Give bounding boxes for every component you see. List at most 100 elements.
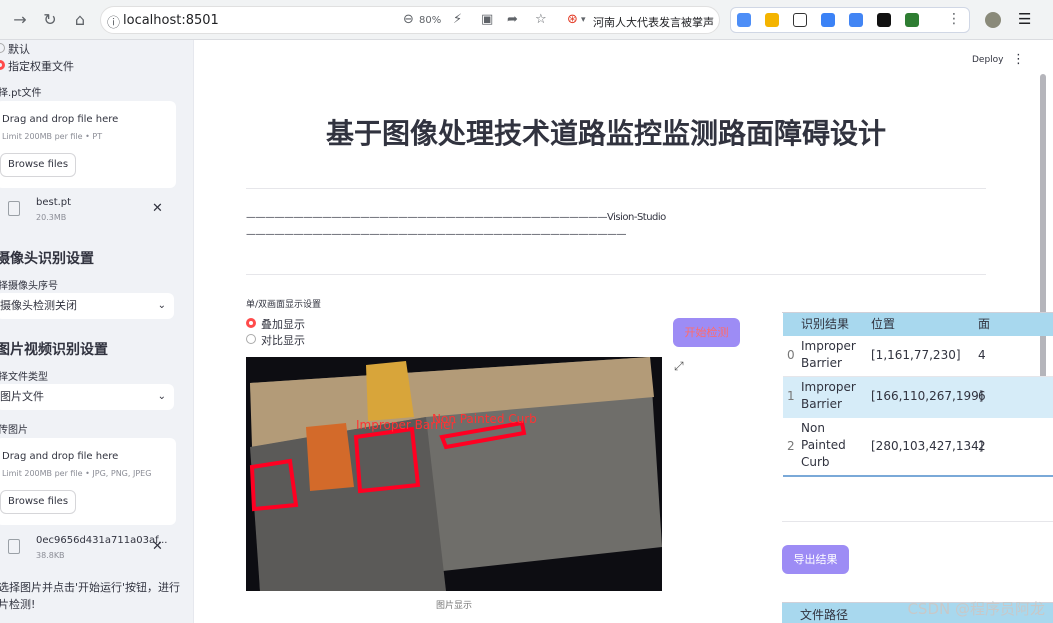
divider — [246, 274, 986, 275]
table-row[interactable]: 0 Improper Barrier [1,161,77,230] 4 — [783, 336, 1053, 377]
detection-label: Improper Barrier — [356, 418, 456, 432]
filetype-select[interactable]: 图片文件 ⌄ — [0, 384, 174, 410]
scissors-icon[interactable] — [905, 13, 919, 27]
filetype-select-value: 图片文件 — [0, 390, 44, 403]
row-result: Improper — [801, 339, 856, 353]
row-area: 6 — [978, 389, 986, 403]
upload-image-label: 传图片 — [0, 425, 28, 436]
chevron-down-icon: ⌄ — [157, 300, 166, 311]
translate-icon[interactable]: ▣ — [481, 12, 493, 27]
url-text: localhost:8501 — [123, 13, 219, 28]
table-header-row: 识别结果 位置 面 — [783, 313, 1053, 336]
file-size: 38.8KB — [36, 551, 65, 560]
zoom-level: 80% — [419, 15, 442, 26]
header-area[interactable]: 面 — [974, 313, 994, 334]
row-result: Barrier — [801, 397, 842, 411]
browse-files-button[interactable]: Browse files — [0, 153, 77, 177]
browser-toolbar: → ↻ ⌂ ⓘ localhost:8501 ⊖ 80% ⚡ ▣ ➦ ☆ ⊛ ▾… — [0, 0, 1053, 40]
divider — [782, 521, 1053, 522]
road-scene-image: Non Painted Curb Improper Barrier — [249, 357, 662, 591]
table-row[interactable]: 1 Improper Barrier [166,110,267,199] 6 — [783, 377, 1053, 418]
extensions-menu-icon[interactable]: ⋮ — [947, 11, 961, 27]
remove-file-icon[interactable]: ✕ — [152, 201, 163, 216]
radio-default-label: 默认 — [8, 43, 30, 56]
export-results-button[interactable]: 导出结果 — [782, 545, 849, 574]
table-row[interactable]: 2 Non Painted Curb [280,103,427,134] 2 — [783, 418, 1053, 477]
address-bar[interactable]: ⓘ localhost:8501 ⊖ 80% ⚡ ▣ ➦ ☆ ⊛ ▾ 河南人大代… — [100, 6, 720, 34]
camera-select-label: 择摄像头序号 — [0, 281, 58, 292]
translate-ext2-icon[interactable] — [849, 13, 863, 27]
zoom-icon[interactable]: ⊖ — [403, 12, 414, 27]
header-result[interactable]: 识别结果 — [797, 313, 853, 334]
header-position[interactable]: 位置 — [867, 313, 899, 334]
row-result: Non — [801, 421, 825, 435]
chevron-down-icon: ⌄ — [157, 391, 166, 402]
hint-text-line2: 片检测! — [0, 598, 36, 611]
header-file-path[interactable]: 文件路径 — [800, 606, 848, 623]
share-icon[interactable]: ➦ — [507, 12, 518, 27]
bookmark-star-icon[interactable]: ☆ — [535, 12, 547, 27]
back-arrow-icon[interactable]: → — [10, 10, 30, 30]
camera-select[interactable]: 摄像头检测关闭 ⌄ — [0, 293, 174, 319]
image-uploader[interactable]: Drag and drop file here Limit 200MB per … — [0, 438, 176, 525]
row-position: [166,110,267,199] — [871, 389, 984, 403]
header-index — [783, 313, 791, 317]
hamburger-menu-icon[interactable]: ☰ — [1018, 10, 1031, 28]
sidebar: 默认 指定权重文件 择.pt文件 Drag and drop file here… — [0, 40, 194, 623]
reload-icon[interactable]: ↻ — [40, 10, 60, 30]
row-area: 4 — [978, 348, 986, 362]
studio-banner-line1: ——————————————————————————————————————Vi… — [246, 212, 666, 223]
image-caption: 图片显示 — [436, 601, 473, 611]
weight-file-label: 择.pt文件 — [0, 88, 42, 99]
row-result: Barrier — [801, 356, 842, 370]
home-icon[interactable]: ⌂ — [70, 10, 90, 30]
phone-icon[interactable] — [793, 13, 807, 27]
site-info-icon[interactable]: ⓘ — [107, 12, 120, 31]
bolt-icon[interactable]: ⚡ — [453, 12, 462, 27]
radio-custom-label: 指定权重文件 — [8, 60, 74, 73]
file-icon — [8, 539, 20, 554]
filetype-select-label: 择文件类型 — [0, 372, 48, 383]
row-position: [280,103,427,134] — [871, 439, 984, 453]
divider — [246, 188, 986, 189]
file-name: best.pt — [36, 197, 72, 208]
main-content: Deploy ⋮ 基于图像处理技术道路监控监测路面障碍设计 ——————————… — [194, 40, 1053, 623]
detection-image: Non Painted Curb Improper Barrier — [246, 357, 662, 591]
remove-file-icon[interactable]: ✕ — [152, 539, 163, 554]
chart-ext-icon[interactable] — [877, 13, 891, 27]
display-mode-label: 单/双画面显示设置 — [246, 300, 322, 310]
translate-ext-icon[interactable] — [821, 13, 835, 27]
radio-custom-weights[interactable] — [0, 60, 5, 70]
kebab-icon[interactable]: ⋮ — [1012, 52, 1025, 67]
radio-overlay[interactable] — [246, 318, 256, 328]
radio-overlay-label: 叠加显示 — [261, 318, 305, 331]
file-icon — [8, 201, 20, 216]
radio-default[interactable] — [0, 43, 5, 53]
media-settings-heading: 图片视频识别设置 — [0, 342, 108, 358]
radio-compare[interactable] — [246, 334, 256, 344]
row-result: Painted — [801, 438, 846, 452]
drag-drop-text: Drag and drop file here — [2, 451, 119, 462]
sogou-icon: ⊛ — [567, 12, 578, 27]
dropdown-arrow-icon[interactable]: ▾ — [581, 15, 586, 25]
drag-drop-text: Drag and drop file here — [2, 114, 119, 125]
profile-avatar[interactable] — [985, 12, 1001, 28]
camera-select-value: 摄像头检测关闭 — [0, 299, 77, 312]
limit-text: Limit 200MB per file • PT — [2, 132, 103, 141]
news-ticker[interactable]: 河南人大代表发言被掌声 — [593, 14, 714, 30]
hint-text-line1: 选择图片并点击'开始运行'按钮，进行 — [0, 581, 181, 594]
radio-compare-label: 对比显示 — [261, 334, 305, 347]
weight-file-uploader[interactable]: Drag and drop file here Limit 200MB per … — [0, 101, 176, 188]
ai-extension-icon[interactable] — [737, 13, 751, 27]
row-result: Curb — [801, 455, 830, 469]
browse-files-button[interactable]: Browse files — [0, 490, 77, 514]
folder-icon[interactable] — [765, 13, 779, 27]
fullscreen-icon[interactable]: ⤢ — [674, 359, 684, 374]
camera-settings-heading: 摄像头识别设置 — [0, 251, 94, 267]
extensions-bar: ⋮ — [730, 7, 970, 33]
row-result: Improper — [801, 380, 856, 394]
start-detection-button[interactable]: 开始检测 — [673, 318, 740, 347]
deploy-button[interactable]: Deploy — [972, 55, 1004, 65]
csdn-watermark: CSDN @程序员阿龙 — [907, 600, 1045, 618]
result-table[interactable]: 识别结果 位置 面 0 Improper Barrier [1,161,77,2… — [782, 312, 1053, 477]
